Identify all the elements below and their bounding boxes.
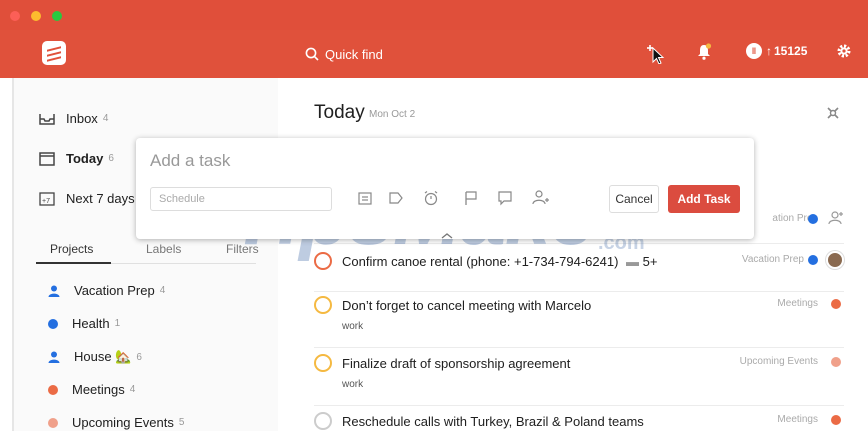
project-item[interactable]: Vacation Prep 4 <box>48 283 165 298</box>
task-title: Reschedule calls with Turkey, Brazil & P… <box>342 414 644 429</box>
app-logo[interactable] <box>42 41 66 65</box>
project-color-dot <box>48 417 58 428</box>
priority-flag-icon[interactable] <box>463 190 479 211</box>
task-title: Finalize draft of sponsorship agreement <box>342 356 571 371</box>
quick-find[interactable]: Quick find <box>305 43 383 65</box>
search-icon <box>305 47 319 61</box>
next-7-days-label: Next 7 days <box>66 190 135 206</box>
top-bar: Quick find ǁ ↑ 15125 <box>0 30 868 78</box>
project-count: 1 <box>114 318 121 329</box>
project-item[interactable]: Meetings 4 <box>48 382 135 397</box>
project-item[interactable]: Health 1 <box>48 316 120 331</box>
task-label: work <box>342 379 364 390</box>
karma-badge[interactable]: ǁ ↑ 15125 <box>746 43 807 59</box>
schedule-input[interactable] <box>150 187 332 211</box>
page-date: Mon Oct 2 <box>369 109 416 120</box>
tab-projects[interactable]: Projects <box>50 242 93 256</box>
task-project-label: Vacation Prep <box>741 254 804 265</box>
task-project-label: Meetings <box>777 298 818 309</box>
sidebar: Inbox 4 Today 6 +7 Next 7 days Projects … <box>12 78 278 431</box>
task-project-dot <box>831 415 841 425</box>
project-color-dot <box>48 318 58 329</box>
shared-project-icon <box>48 285 60 297</box>
karma-icon: ǁ <box>746 43 762 59</box>
view-options-icon[interactable] <box>825 105 841 126</box>
reminder-alarm-icon[interactable] <box>423 190 439 211</box>
task-row[interactable]: Finalize draft of sponsorship agreement … <box>314 354 844 406</box>
task-row[interactable]: Don’t forget to cancel meeting with Marc… <box>314 296 844 348</box>
task-project-dot <box>831 299 841 309</box>
inbox-count: 4 <box>102 112 109 124</box>
project-count: 4 <box>159 285 166 296</box>
sidebar-item-today[interactable]: Today 6 <box>38 150 114 166</box>
label-tag-icon[interactable] <box>388 190 404 211</box>
assignee-avatar[interactable] <box>826 251 844 269</box>
task-row[interactable]: Reschedule calls with Turkey, Brazil & P… <box>314 412 844 431</box>
today-count: 6 <box>108 152 114 164</box>
comment-count: 5+ <box>642 254 658 269</box>
task-complete-checkbox[interactable] <box>314 412 332 430</box>
task-row[interactable]: Confirm canoe rental (phone: +1-734-794-… <box>314 251 844 292</box>
sidebar-item-inbox[interactable]: Inbox 4 <box>38 110 108 126</box>
task-complete-checkbox[interactable] <box>314 296 332 314</box>
comment-icon: ▬ <box>626 254 640 269</box>
quick-find-label: Quick find <box>325 46 383 62</box>
task-project-dot <box>808 255 818 265</box>
karma-score: 15125 <box>774 44 808 58</box>
task-title: Don’t forget to cancel meeting with Marc… <box>342 298 592 313</box>
notifications-icon[interactable] <box>696 43 712 67</box>
project-name: Vacation Prep <box>74 283 155 298</box>
zoom-window-button[interactable] <box>52 11 62 21</box>
tab-labels[interactable]: Labels <box>146 242 181 256</box>
project-picker-icon[interactable] <box>357 190 373 211</box>
task-complete-checkbox[interactable] <box>314 252 332 270</box>
tab-filters[interactable]: Filters <box>226 242 259 256</box>
task-title-input[interactable] <box>150 148 740 174</box>
cancel-button[interactable]: Cancel <box>609 185 659 213</box>
inbox-label: Inbox <box>66 110 98 126</box>
task-project-dot <box>808 214 818 224</box>
add-task-dialog: Cancel Add Task <box>136 138 754 239</box>
sidebar-item-next-7-days[interactable]: +7 Next 7 days <box>38 190 135 206</box>
project-item[interactable]: Upcoming Events 5 <box>48 415 184 430</box>
project-name: Meetings <box>72 382 125 397</box>
comment-icon[interactable] <box>497 190 513 211</box>
project-color-dot <box>48 384 58 395</box>
task-label: work <box>342 321 364 332</box>
task-complete-checkbox[interactable] <box>314 354 332 372</box>
assign-user-icon[interactable] <box>532 190 550 211</box>
shared-project-icon <box>48 351 60 363</box>
assign-user-icon[interactable] <box>828 211 844 225</box>
project-count: 5 <box>178 417 185 428</box>
page-title: Today <box>314 102 365 123</box>
task-project-dot <box>831 357 841 367</box>
task-project-label: Upcoming Events <box>739 356 818 367</box>
project-count: 4 <box>129 384 136 395</box>
chevron-up-icon[interactable] <box>441 226 453 244</box>
svg-text:+7: +7 <box>42 198 50 205</box>
add-task-button[interactable]: Add Task <box>668 185 740 213</box>
project-item[interactable]: House 🏡 6 <box>48 349 142 365</box>
project-name: Health <box>72 316 110 331</box>
settings-gear-icon[interactable] <box>836 43 852 65</box>
minimize-window-button[interactable] <box>31 11 41 21</box>
tab-active-indicator <box>36 262 111 264</box>
today-label: Today <box>66 150 104 166</box>
main-content: Today Mon Oct 2 ation Prep Confirm canoe… <box>278 78 868 431</box>
calendar-icon <box>38 150 56 166</box>
task-project-label: Meetings <box>777 414 818 425</box>
window-titlebar <box>0 0 868 30</box>
project-count: 6 <box>136 351 142 363</box>
inbox-icon <box>38 110 56 126</box>
calendar-7-icon: +7 <box>38 190 56 206</box>
quick-add-icon[interactable] <box>646 42 668 70</box>
sidebar-tabs: Projects Labels Filters <box>36 240 259 264</box>
project-name: Upcoming Events <box>72 415 174 430</box>
close-window-button[interactable] <box>10 11 20 21</box>
project-name: House 🏡 <box>74 349 132 364</box>
karma-arrow: ↑ <box>766 44 772 58</box>
task-title: Confirm canoe rental (phone: +1-734-794-… <box>342 254 658 269</box>
